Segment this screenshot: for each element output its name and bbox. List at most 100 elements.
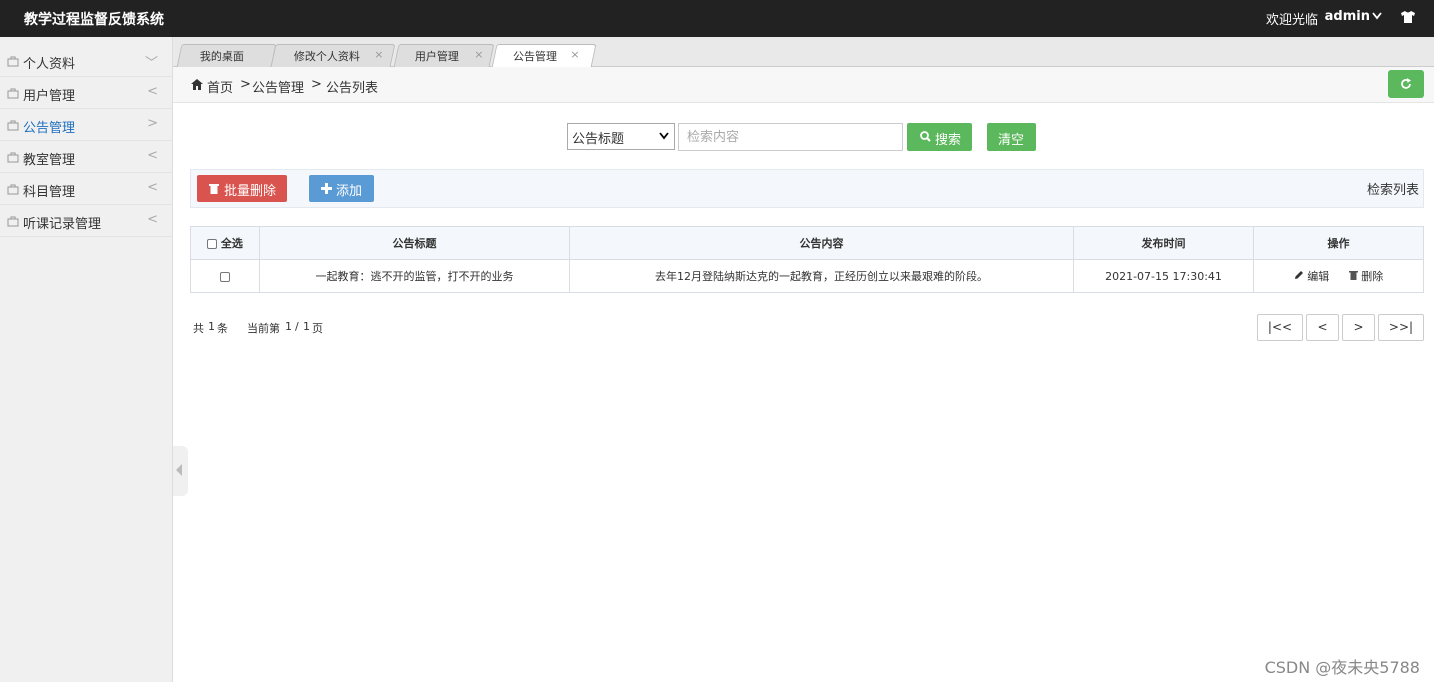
delete-button[interactable]: 删除	[1348, 268, 1384, 284]
tab-edit-profile[interactable]: 修改个人资料 ×	[270, 44, 396, 67]
search-field-select[interactable]: 公告标题	[567, 123, 675, 150]
tab-announcement-management[interactable]: 公告管理 ×	[491, 44, 597, 68]
table-row: 一起教育：逃不开的监管，打不开的业务 去年12月登陆纳斯达克的一起教育，正经历创…	[190, 259, 1424, 293]
top-header: 教学过程监督反馈系统 欢迎光临 admin	[0, 0, 1434, 37]
row-title: 一起教育：逃不开的监管，打不开的业务	[259, 259, 570, 293]
chevron-left-icon: <	[147, 180, 158, 195]
tab-bar: 我的桌面 修改个人资料 × 用户管理 × 公告管理 ×	[173, 37, 1434, 68]
sidebar-item-lecture-records[interactable]: 听课记录管理 <	[0, 205, 172, 237]
sidebar-item-label: 教室管理	[23, 153, 76, 168]
page-separator: /	[295, 320, 299, 333]
select-all-checkbox[interactable]	[207, 239, 218, 249]
search-button-label: 搜索	[935, 133, 962, 148]
chevron-right-icon: >	[147, 116, 158, 131]
total-suffix: 条	[217, 322, 228, 335]
breadcrumb-home[interactable]: 首页	[207, 77, 233, 96]
breadcrumb: 首页 > 公告管理 > 公告列表	[173, 67, 1434, 103]
delete-button-label: 删除	[1361, 270, 1384, 283]
search-button[interactable]: 搜索	[907, 123, 972, 151]
announcement-table: 全选 公告标题 公告内容 发布时间 操作 一起教育：逃不开的监管，打不开的业务 …	[190, 226, 1424, 293]
batch-delete-button[interactable]: 批量删除	[197, 175, 287, 202]
bag-icon	[7, 88, 19, 99]
select-all-label: 全选	[220, 237, 243, 250]
tab-label: 修改个人资料	[293, 50, 360, 63]
total-pages: 1	[303, 320, 310, 333]
tab-label: 公告管理	[513, 50, 557, 63]
column-header-time: 发布时间	[1073, 226, 1254, 260]
sidebar-item-label: 个人资料	[23, 57, 76, 72]
first-page-label: |<<	[1267, 320, 1293, 334]
prev-page-label: <	[1317, 320, 1328, 334]
breadcrumb-separator: >	[311, 77, 322, 92]
tab-user-management[interactable]: 用户管理 ×	[393, 44, 495, 67]
search-icon	[920, 131, 931, 142]
trash-icon	[1348, 271, 1358, 280]
tab-label: 用户管理	[414, 50, 459, 63]
sidebar-item-classrooms[interactable]: 教室管理 <	[0, 141, 172, 173]
bag-icon	[7, 152, 19, 163]
bag-icon	[7, 120, 19, 131]
column-header-actions: 操作	[1253, 226, 1424, 260]
sidebar-item-label: 科目管理	[23, 185, 76, 200]
current-page: 1	[285, 320, 292, 333]
row-select-cell	[190, 259, 260, 293]
refresh-button[interactable]	[1388, 70, 1424, 98]
app-title: 教学过程监督反馈系统	[24, 12, 164, 28]
tab-label: 我的桌面	[199, 50, 244, 63]
close-icon[interactable]: ×	[474, 48, 483, 61]
home-icon	[191, 79, 203, 90]
breadcrumb-level1[interactable]: 公告管理	[252, 77, 304, 96]
last-page-label: >>|	[1388, 320, 1414, 334]
trash-icon	[209, 184, 219, 194]
close-icon[interactable]: ×	[374, 48, 383, 61]
current-prefix: 当前第	[247, 322, 280, 335]
row-content: 去年12月登陆纳斯达克的一起教育，正经历创立以来最艰难的阶段。	[569, 259, 1074, 293]
sidebar-item-users[interactable]: 用户管理 <	[0, 77, 172, 109]
sidebar-item-subjects[interactable]: 科目管理 <	[0, 173, 172, 205]
chevron-left-icon: <	[147, 212, 158, 227]
breadcrumb-separator: >	[240, 77, 251, 92]
username-menu[interactable]: admin	[1325, 9, 1370, 24]
sidebar-item-profile[interactable]: 个人资料 ﹀	[0, 45, 172, 77]
select-all-header: 全选	[190, 226, 260, 260]
sidebar-item-announcements[interactable]: 公告管理 >	[0, 109, 172, 141]
edit-button[interactable]: 编辑	[1294, 268, 1330, 284]
chevron-down-icon: ﹀	[144, 56, 158, 71]
tab-desktop[interactable]: 我的桌面	[176, 44, 277, 67]
next-page-button[interactable]: >	[1342, 314, 1375, 341]
sidebar-item-label: 用户管理	[23, 89, 76, 104]
list-title: 检索列表	[1366, 183, 1419, 198]
sidebar-item-label: 听课记录管理	[23, 217, 102, 232]
add-button-label: 添加	[336, 184, 363, 199]
column-header-title: 公告标题	[259, 226, 570, 260]
search-input[interactable]	[678, 123, 903, 151]
list-toolbar: 批量删除 添加 检索列表	[190, 169, 1424, 208]
search-field-value: 公告标题	[572, 132, 625, 147]
sidebar: 个人资料 ﹀ 用户管理 < 公告管理 > 教室管理 < 科目管理 < 听课记录管…	[0, 37, 173, 682]
pages-suffix: 页	[312, 322, 323, 335]
next-page-label: >	[1353, 320, 1364, 334]
edit-button-label: 编辑	[1307, 270, 1330, 283]
sidebar-item-label: 公告管理	[23, 121, 76, 136]
chevron-down-icon	[659, 132, 669, 140]
batch-delete-label: 批量删除	[224, 184, 277, 199]
first-page-button[interactable]: |<<	[1257, 314, 1303, 341]
triangle-left-icon	[176, 464, 182, 476]
clear-button[interactable]: 清空	[987, 123, 1036, 151]
bag-icon	[7, 216, 19, 227]
add-button[interactable]: 添加	[309, 175, 374, 202]
total-count: 1	[208, 320, 215, 333]
chevron-down-icon[interactable]	[1372, 12, 1382, 20]
close-icon[interactable]: ×	[570, 48, 579, 61]
clear-button-label: 清空	[998, 133, 1025, 148]
table-header-row: 全选 公告标题 公告内容 发布时间 操作	[190, 226, 1424, 260]
sidebar-collapse-handle[interactable]	[173, 446, 188, 496]
welcome-text: 欢迎光临	[1265, 13, 1318, 28]
last-page-button[interactable]: >>|	[1378, 314, 1424, 341]
row-checkbox[interactable]	[220, 271, 230, 282]
prev-page-button[interactable]: <	[1306, 314, 1339, 341]
total-prefix: 共	[193, 322, 204, 335]
theme-shirt-icon[interactable]	[1400, 10, 1416, 24]
chevron-left-icon: <	[147, 84, 158, 99]
row-actions: 编辑 删除	[1253, 259, 1424, 293]
